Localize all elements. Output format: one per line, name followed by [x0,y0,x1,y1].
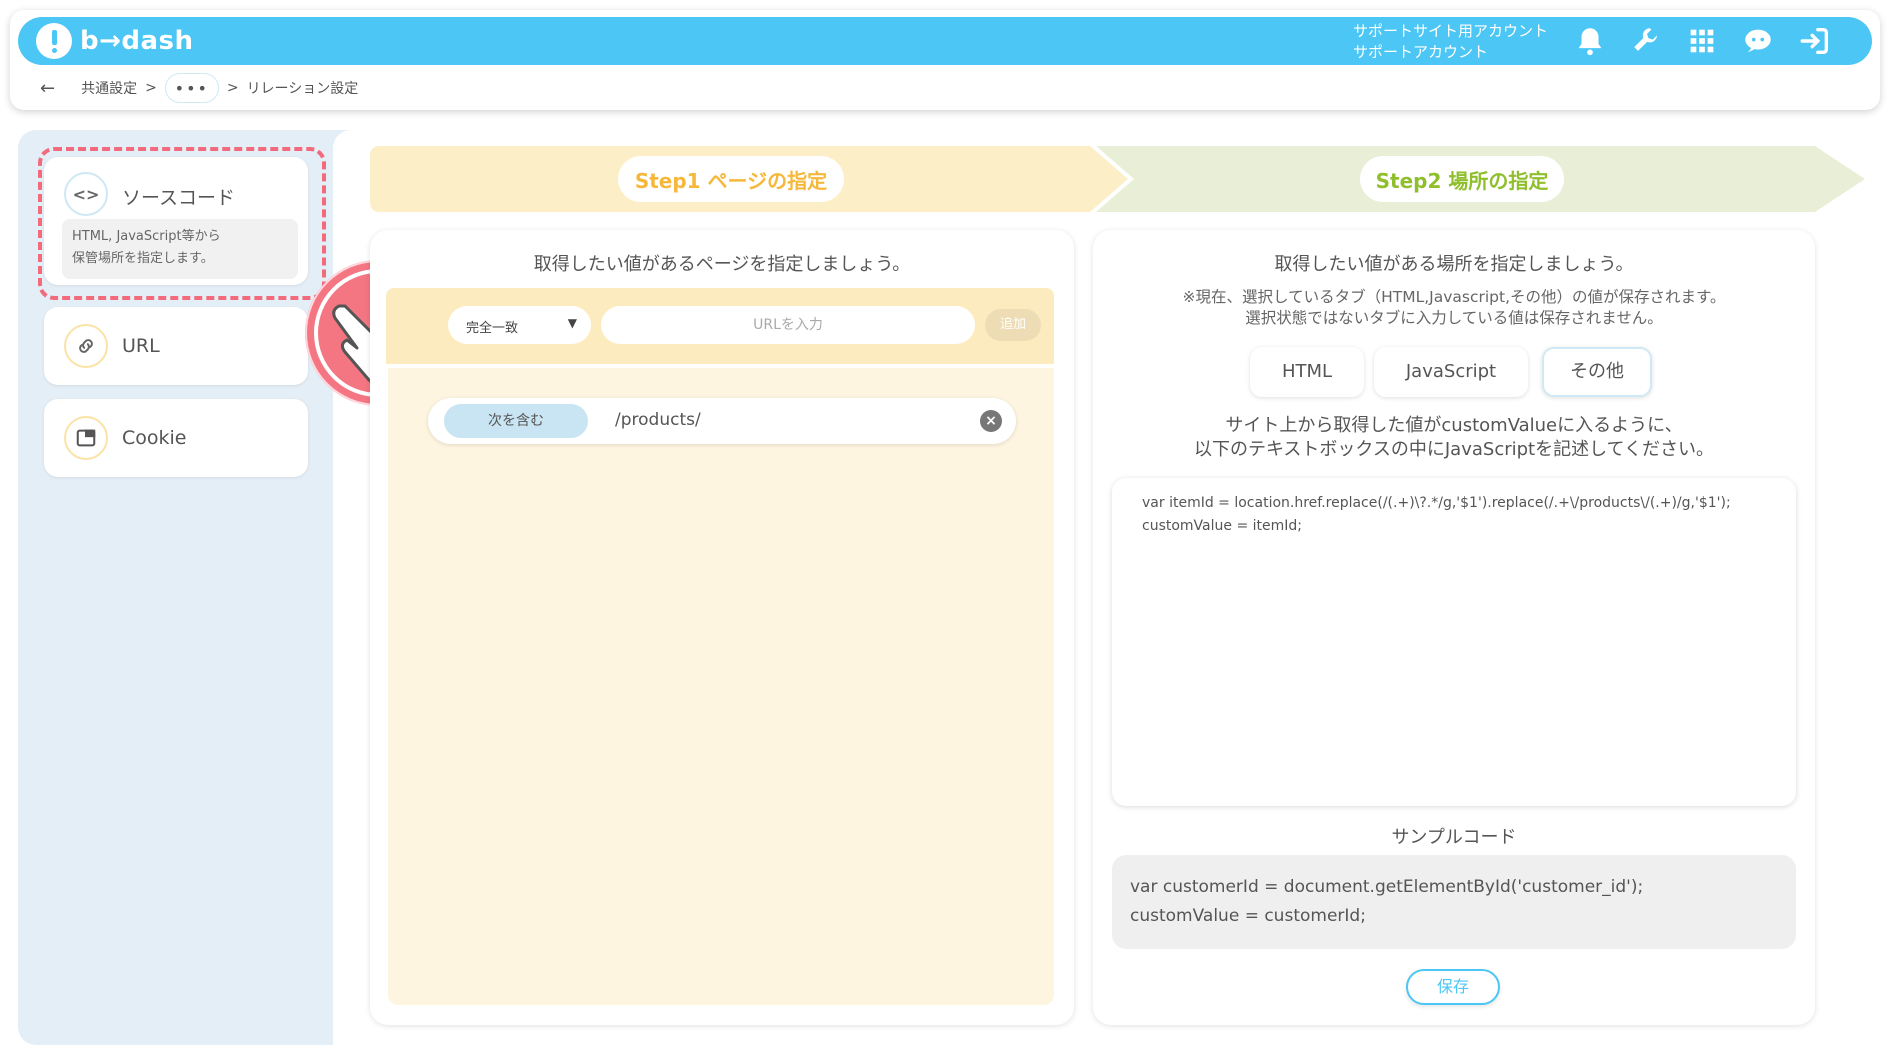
match-type-value: 完全一致 [466,321,519,336]
sample-code-title: サンプルコード [1391,827,1517,848]
tab-html[interactable]: HTML [1250,347,1364,397]
account-info[interactable]: サポートサイト用アカウント サポートアカウント [1353,21,1548,63]
rule-value: /products/ [615,410,701,430]
logo-text: b→dash [80,26,194,56]
sample-code-box: var customerId = document.getElementById… [1112,855,1796,949]
logo-mark-icon [36,23,72,59]
grid-icon[interactable] [1685,24,1719,58]
wrench-icon[interactable] [1630,24,1664,58]
breadcrumb-more-button[interactable]: ••• [164,73,219,103]
instruction-line: サイト上から取得した値がcustomValueに入るように、 [1225,415,1683,436]
breadcrumb: ← 共通設定 > ••• > リレーション設定 [40,72,358,104]
save-button[interactable]: 保存 [1406,969,1500,1005]
instruction-text: サイト上から取得した値がcustomValueに入るように、 以下のテキストボッ… [1093,414,1815,462]
url-rule-row: 次を含む /products/ × [428,398,1016,444]
account-role: サポートアカウント [1353,43,1489,61]
bell-icon[interactable] [1573,24,1607,58]
breadcrumb-common-settings[interactable]: 共通設定 [81,78,137,98]
clear-icon[interactable]: × [980,410,1002,432]
step2-label: Step2 場所の指定 [1360,156,1564,202]
logout-icon[interactable] [1798,24,1832,58]
sidebar-item-label: Cookie [122,427,187,449]
tab-javascript[interactable]: JavaScript [1374,347,1528,397]
account-name: サポートサイト用アカウント [1353,22,1549,40]
match-type-select[interactable]: 完全一致 ▼ [448,306,591,344]
rule-type-chip[interactable]: 次を含む [444,404,588,438]
window-icon [64,416,108,460]
code-textarea[interactable]: var itemId = location.href.replace(/(.+)… [1112,478,1796,806]
breadcrumb-current: リレーション設定 [246,81,359,97]
step1-label: Step1 ページの指定 [618,156,844,202]
condition-list [388,368,1054,1005]
sidebar-item-label: URL [122,335,160,357]
sidebar-item-url[interactable]: URL [44,307,308,385]
instruction-line: 以下のテキストボックスの中にJavaScriptを記述してください。 [1193,439,1715,460]
step1-title: 取得したい値があるページを指定しましょう。 [533,254,911,275]
notice-line: 選択状態ではないタブに入力している値は保存されません。 [1245,309,1663,327]
url-input[interactable]: URLを入力 [601,306,975,344]
logo[interactable]: b→dash [36,22,194,60]
sidebar-item-cookie[interactable]: Cookie [44,399,308,477]
link-icon [64,324,108,368]
back-arrow-icon[interactable]: ← [40,78,55,99]
chevron-down-icon: ▼ [567,316,577,330]
chat-icon[interactable] [1741,24,1775,58]
breadcrumb-separator: > [145,80,157,96]
top-bar: b→dash サポートサイト用アカウント サポートアカウント [18,17,1872,65]
tab-other[interactable]: その他 [1542,347,1652,397]
breadcrumb-separator: > [226,80,239,96]
notice-line: ※現在、選択しているタブ（HTML,Javascript,その他）の値が保存され… [1182,288,1726,306]
step-indicator: Step1 ページの指定 Step2 場所の指定 [370,146,1865,212]
step2-title: 取得したい値がある場所を指定しましょう。 [1274,254,1634,275]
highlight-outline [38,147,326,300]
add-button[interactable]: 追加 [985,309,1041,341]
